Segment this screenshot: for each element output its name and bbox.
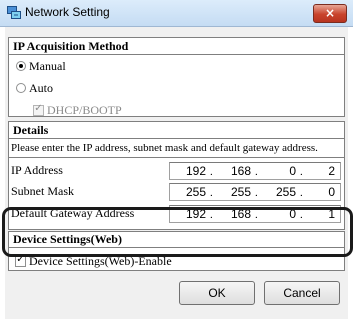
auto-label[interactable]: Auto <box>29 81 53 96</box>
close-button[interactable]: × <box>313 4 347 23</box>
octet-1[interactable]: 192 <box>170 163 206 179</box>
octet-separator: . <box>255 166 258 178</box>
network-setting-window: Network Setting × IP Acquisition Method … <box>0 0 353 325</box>
ip-address-field[interactable]: 192 . 168 . 0 . 2 <box>169 162 341 180</box>
auto-radio[interactable] <box>16 83 26 93</box>
octet-separator: . <box>210 187 213 199</box>
details-instructions: Please enter the IP address, subnet mask… <box>11 142 318 154</box>
dhcp-label: DHCP/BOOTP <box>47 103 122 117</box>
highlight-outline <box>2 207 353 257</box>
dhcp-checkbox: ✓ <box>33 103 44 116</box>
octet-2[interactable]: 168 <box>215 163 251 179</box>
octet-1[interactable]: 255 <box>170 184 206 200</box>
subnet-mask-field[interactable]: 255 . 255 . 255 . 0 <box>169 183 341 201</box>
ip-acquisition-header: IP Acquisition Method <box>9 38 344 55</box>
details-separator <box>9 157 344 158</box>
octet-3[interactable]: 255 <box>260 184 296 200</box>
manual-label[interactable]: Manual <box>29 59 66 74</box>
details-header: Details <box>9 122 344 139</box>
manual-radio[interactable] <box>16 61 26 71</box>
subnet-mask-label: Subnet Mask <box>11 184 74 198</box>
octet-4[interactable]: 0 <box>305 184 335 200</box>
ip-address-label: IP Address <box>11 163 63 177</box>
octet-separator: . <box>255 187 258 199</box>
dialog-body: IP Acquisition Method Manual Auto ✓ DHCP… <box>5 27 348 319</box>
device-settings-enable-checkbox[interactable]: ✓ <box>15 254 26 267</box>
octet-2[interactable]: 255 <box>215 184 251 200</box>
octet-4[interactable]: 2 <box>305 163 335 179</box>
ok-button[interactable]: OK <box>179 281 255 305</box>
octet-separator: . <box>300 187 303 199</box>
close-icon: × <box>324 6 336 20</box>
octet-separator: . <box>210 166 213 178</box>
octet-separator: . <box>300 166 303 178</box>
network-app-icon <box>7 6 21 19</box>
ip-acquisition-group: IP Acquisition Method Manual Auto ✓ DHCP… <box>8 37 345 117</box>
title-bar[interactable]: Network Setting × <box>0 0 353 27</box>
octet-3[interactable]: 0 <box>260 163 296 179</box>
checkmark-icon: ✓ <box>34 103 43 114</box>
window-title: Network Setting <box>25 5 110 19</box>
cancel-button[interactable]: Cancel <box>264 281 340 305</box>
radio-selected-dot <box>19 64 23 68</box>
